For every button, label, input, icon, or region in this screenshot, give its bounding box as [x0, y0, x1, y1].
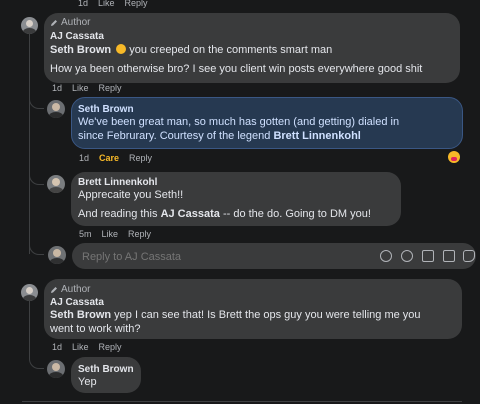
- reply-button[interactable]: Reply: [129, 153, 152, 163]
- timestamp: 1d: [78, 0, 89, 8]
- timestamp: 1d: [79, 153, 90, 163]
- reply-input[interactable]: [80, 247, 374, 267]
- gif-icon[interactable]: [443, 250, 455, 262]
- timestamp: 5m: [79, 229, 92, 239]
- care-reaction-icon[interactable]: [448, 151, 460, 163]
- author-badge: Author: [50, 17, 90, 28]
- thread-line: [29, 34, 30, 254]
- comment-text: Yep: [78, 376, 97, 388]
- comment-text: since Februrary. Courtesy of the legend …: [78, 130, 361, 142]
- reply-button[interactable]: Reply: [99, 83, 122, 93]
- mention-link[interactable]: AJ Cassata: [161, 208, 220, 220]
- thread-connector: [29, 240, 44, 255]
- like-button[interactable]: Like: [98, 0, 115, 8]
- avatar[interactable]: [47, 100, 65, 118]
- timestamp: 1d: [52, 342, 63, 352]
- bottom-divider: [22, 401, 462, 402]
- reply-button[interactable]: Reply: [99, 342, 122, 352]
- current-user-avatar[interactable]: [48, 246, 66, 264]
- commenter-name[interactable]: AJ Cassata: [50, 297, 104, 308]
- comment-actions: 1d Like Reply: [52, 83, 122, 93]
- mention-link[interactable]: Seth Brown: [50, 309, 111, 321]
- commenter-name[interactable]: AJ Cassata: [50, 31, 104, 42]
- pencil-icon: [51, 286, 57, 293]
- avatar[interactable]: [21, 17, 38, 34]
- author-label: Author: [61, 17, 91, 28]
- avatar[interactable]: [21, 284, 38, 301]
- comment-text: Seth Brown yep I can see that! Is Brett …: [50, 309, 421, 321]
- avatar[interactable]: [47, 360, 65, 378]
- commenter-name[interactable]: Brett Linnenkohl: [78, 177, 157, 188]
- comment-text: Seth Brown you creeped on the comments s…: [50, 44, 333, 56]
- commenter-name[interactable]: Seth Brown: [78, 364, 134, 375]
- thread-connector: [29, 96, 44, 109]
- like-button[interactable]: Like: [72, 83, 89, 93]
- commenter-name[interactable]: Seth Brown: [78, 104, 134, 115]
- like-button[interactable]: Like: [72, 342, 89, 352]
- pencil-icon: [51, 19, 57, 26]
- author-badge: Author: [50, 284, 90, 295]
- like-button[interactable]: Like: [102, 229, 119, 239]
- mention-link[interactable]: Seth Brown: [50, 44, 111, 56]
- timestamp: 1d: [52, 83, 63, 93]
- thread-connector: [29, 356, 44, 369]
- sticker-picker-icon[interactable]: [463, 250, 475, 262]
- top-comment-actions: 1d Like Reply: [78, 0, 148, 8]
- comment-actions: 1d Like Reply: [52, 342, 122, 352]
- comment-actions: 5m Like Reply: [79, 229, 151, 239]
- comment-text: Apprecaite you Seth!!: [78, 189, 184, 201]
- comment-text: We've been great man, so much has gotten…: [78, 116, 400, 128]
- emoji-icon[interactable]: [401, 250, 413, 262]
- comment-actions: 1d Care Reply: [79, 153, 152, 163]
- mention-link[interactable]: Brett Linnenkohl: [273, 130, 360, 142]
- avatar[interactable]: [47, 175, 65, 193]
- avatar-sticker-icon[interactable]: [380, 250, 392, 262]
- reply-button[interactable]: Reply: [128, 229, 151, 239]
- author-label: Author: [61, 284, 91, 295]
- comment-text: went to work with?: [50, 323, 141, 335]
- thread-connector: [29, 172, 44, 185]
- smile-emoji-icon: [116, 44, 127, 54]
- comment-text: And reading this AJ Cassata -- do the do…: [78, 208, 371, 220]
- camera-icon[interactable]: [422, 250, 434, 262]
- thread-line: [29, 300, 30, 356]
- care-reaction-button[interactable]: Care: [99, 153, 119, 163]
- comment-text: How ya been otherwise bro? I see you cli…: [50, 63, 423, 75]
- reply-button[interactable]: Reply: [125, 0, 148, 8]
